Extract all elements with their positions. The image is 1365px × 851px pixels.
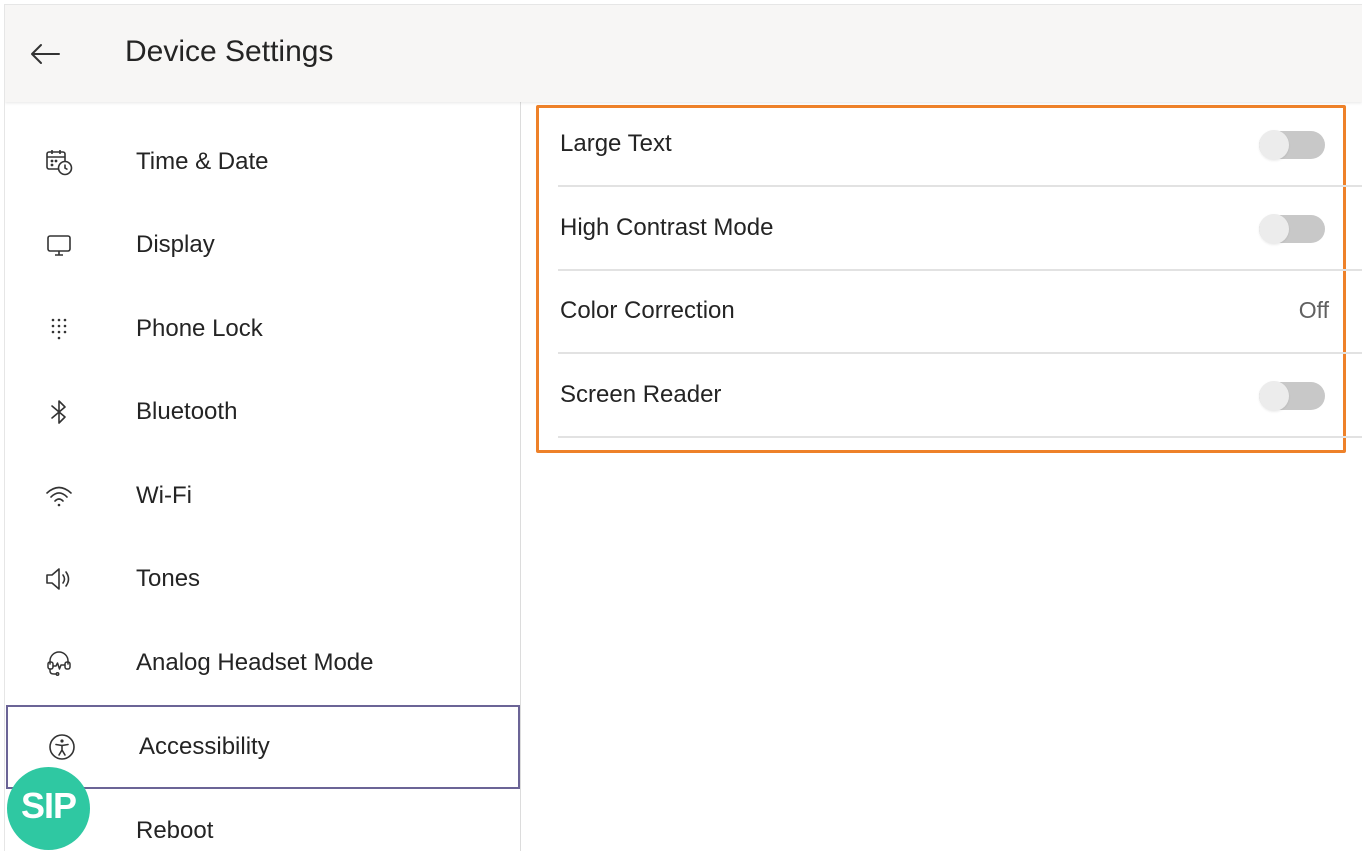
toggle-knob [1259, 381, 1289, 411]
toggle-knob [1259, 214, 1289, 244]
setting-row-high-contrast[interactable]: High Contrast Mode [558, 188, 1362, 271]
setting-row-large-text[interactable]: Large Text [558, 104, 1362, 187]
high-contrast-toggle[interactable] [1259, 214, 1325, 244]
setting-label: High Contrast Mode [560, 214, 774, 241]
sidebar-item-accessibility[interactable]: Accessibility [6, 705, 520, 789]
settings-sidebar: Time & Date Display Phone Lock Bluetooth… [5, 102, 521, 851]
wifi-icon [39, 476, 79, 516]
color-correction-value: Off [1298, 297, 1329, 323]
monitor-icon [39, 225, 79, 265]
setting-row-color-correction[interactable]: Color Correction Off [558, 271, 1362, 354]
arrow-left-icon [31, 44, 60, 64]
accessibility-icon [42, 727, 82, 767]
sidebar-item-label: Accessibility [139, 733, 270, 760]
sidebar-item-label: Time & Date [136, 148, 269, 175]
sidebar-item-tones[interactable]: Tones [5, 538, 520, 620]
back-button[interactable] [27, 38, 63, 70]
setting-label: Large Text [560, 130, 672, 157]
sidebar-item-label: Phone Lock [136, 315, 263, 342]
toggle-knob [1259, 130, 1289, 160]
sidebar-item-analog-headset[interactable]: Analog Headset Mode [5, 622, 520, 704]
sidebar-item-display[interactable]: Display [5, 204, 520, 286]
calendar-clock-icon [39, 142, 79, 182]
speaker-icon [39, 559, 79, 599]
app-window: Device Settings Time & Date Display Phon… [4, 4, 1362, 851]
headset-icon [39, 643, 79, 683]
large-text-toggle[interactable] [1259, 130, 1325, 160]
sidebar-item-wifi[interactable]: Wi-Fi [5, 455, 520, 537]
sidebar-item-phone-lock[interactable]: Phone Lock [5, 288, 520, 370]
sidebar-item-label: Bluetooth [136, 398, 238, 425]
sidebar-item-label: Reboot [136, 817, 214, 844]
sidebar-item-label: Tones [136, 565, 201, 592]
sip-badge-text: SIP [20, 784, 77, 826]
settings-content: Large Text High Contrast Mode Color Corr… [520, 102, 1362, 851]
sidebar-item-label: Wi-Fi [136, 482, 192, 509]
sidebar-item-time-date[interactable]: Time & Date [5, 121, 520, 203]
sidebar-item-bluetooth[interactable]: Bluetooth [5, 371, 520, 453]
screen-reader-toggle[interactable] [1259, 381, 1325, 411]
keypad-icon [39, 309, 79, 349]
setting-label: Screen Reader [560, 381, 722, 408]
sip-badge: SIP [7, 767, 90, 850]
bluetooth-icon [39, 392, 79, 432]
setting-row-screen-reader[interactable]: Screen Reader [558, 355, 1362, 438]
sidebar-item-label: Analog Headset Mode [136, 649, 374, 676]
sidebar-item-label: Display [136, 231, 215, 258]
page-title: Device Settings [125, 35, 334, 68]
header-bar: Device Settings [5, 5, 1362, 102]
setting-label: Color Correction [560, 297, 735, 324]
